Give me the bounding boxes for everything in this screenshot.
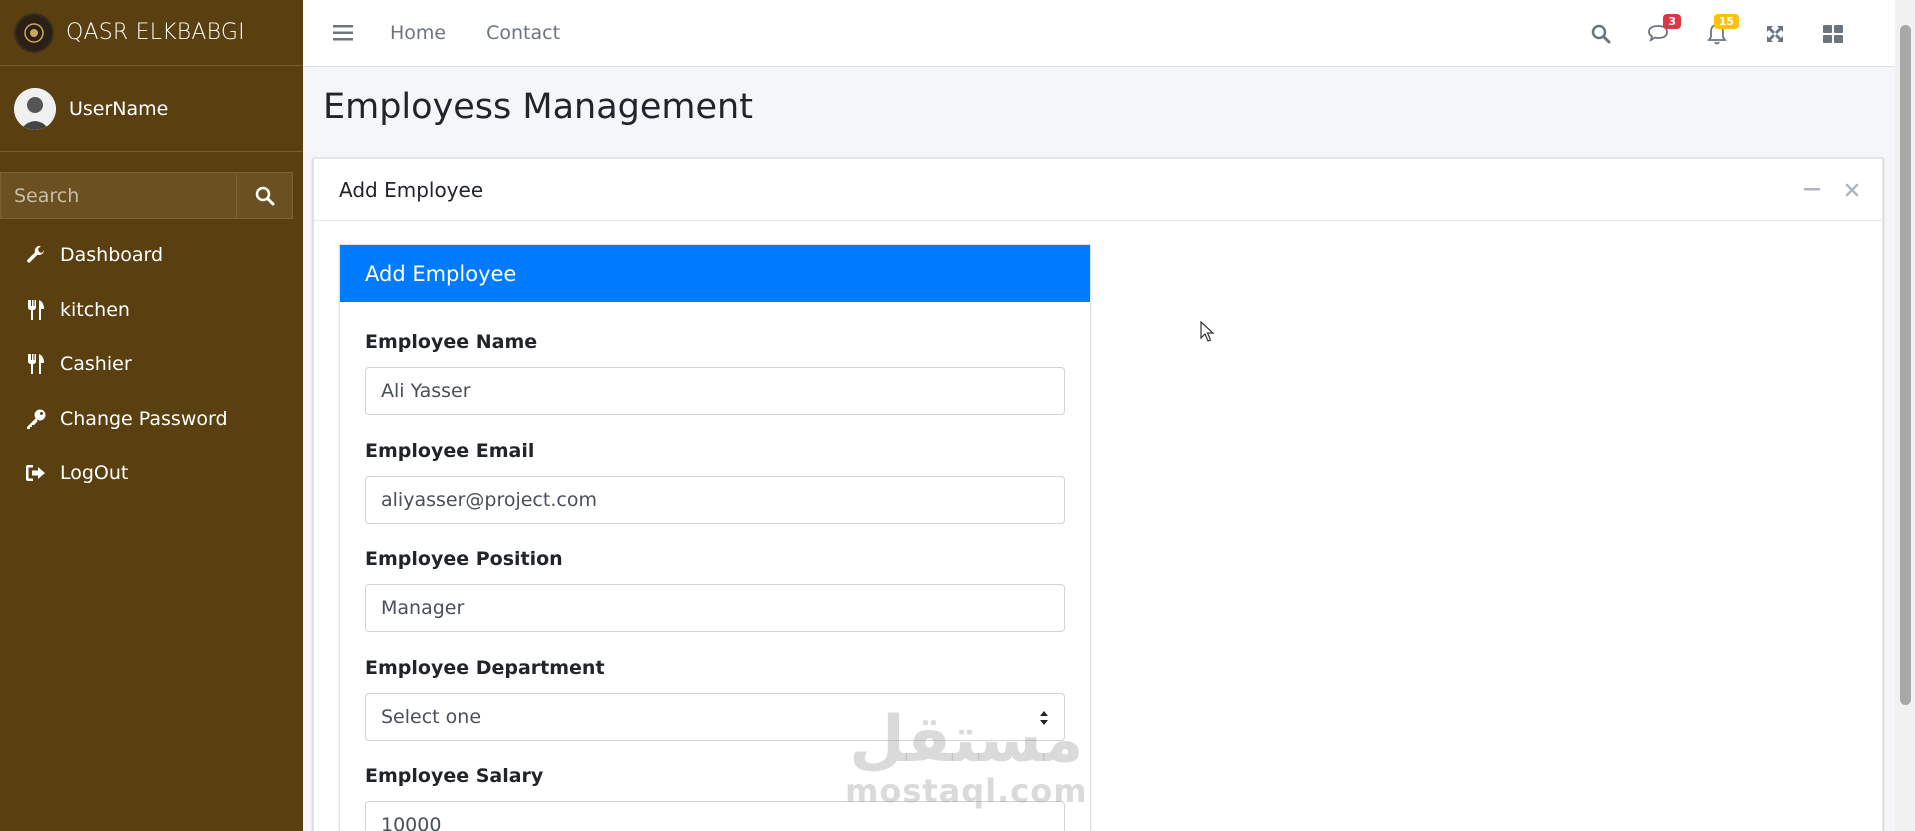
sidebar-item-logout[interactable]: LogOut bbox=[0, 446, 303, 501]
th-large-icon bbox=[1823, 24, 1843, 43]
form-group-name: Employee Name Ali Yasser bbox=[365, 302, 1065, 415]
brand-logo-icon bbox=[14, 12, 54, 53]
avatar bbox=[14, 87, 56, 130]
nav-link-contact[interactable]: Contact bbox=[486, 22, 560, 44]
brand-link[interactable]: QASR ELKBABGI bbox=[0, 0, 303, 66]
watermark-latin: mostaql.com bbox=[845, 772, 1088, 810]
fullscreen-button[interactable] bbox=[1763, 22, 1787, 46]
watermark: مستقل mostaql.com bbox=[845, 705, 1088, 807]
card-header: Add Employee bbox=[314, 159, 1882, 221]
navbar-search-button[interactable] bbox=[1589, 22, 1613, 46]
user-panel[interactable]: UserName bbox=[0, 66, 303, 152]
brand-name: QASR ELKBABGI bbox=[66, 20, 245, 45]
expand-icon bbox=[1767, 25, 1783, 42]
collapse-button[interactable] bbox=[1800, 178, 1824, 202]
page-title: Employess Management bbox=[323, 87, 753, 127]
sidebar-search-input[interactable] bbox=[0, 172, 236, 219]
form-group-email: Employee Email aliyasser@project.com bbox=[365, 411, 1065, 524]
control-sidebar-button[interactable] bbox=[1821, 22, 1845, 46]
employee-name-label: Employee Name bbox=[365, 331, 538, 353]
search-icon bbox=[1591, 24, 1611, 43]
sidebar-item-label: Dashboard bbox=[60, 244, 164, 267]
search-icon bbox=[255, 186, 274, 205]
sidebar-item-label: Change Password bbox=[60, 407, 228, 430]
employee-name-input[interactable]: Ali Yasser bbox=[365, 367, 1065, 415]
messages-badge: 3 bbox=[1663, 13, 1681, 29]
sidebar-nav: Dashboard kitchen Cashier Change Passwor… bbox=[0, 228, 303, 501]
key-icon bbox=[24, 407, 48, 431]
watermark-arabic: مستقل bbox=[849, 703, 1084, 777]
add-employee-card: Add Employee Add Employee Employee Name … bbox=[313, 158, 1883, 831]
sign-out-icon bbox=[24, 461, 48, 485]
sidebar-item-dashboard[interactable]: Dashboard bbox=[0, 228, 303, 283]
notifications-badge: 15 bbox=[1713, 13, 1739, 29]
bars-icon bbox=[333, 25, 353, 41]
sidebar-item-change-password[interactable]: Change Password bbox=[0, 392, 303, 447]
notifications-button[interactable]: 15 bbox=[1705, 13, 1739, 46]
employee-email-label: Employee Email bbox=[365, 439, 535, 462]
department-selected-value: Select one bbox=[381, 705, 482, 728]
form-header: Add Employee bbox=[340, 245, 1090, 302]
close-icon bbox=[1845, 183, 1859, 197]
scrollbar-thumb[interactable] bbox=[1900, 25, 1911, 705]
employee-department-label: Employee Department bbox=[365, 656, 605, 679]
sidebar-search-button[interactable] bbox=[236, 172, 293, 219]
form-group-position: Employee Position Manager bbox=[365, 519, 1065, 632]
sidebar-item-label: kitchen bbox=[60, 298, 130, 321]
employee-email-input[interactable]: aliyasser@project.com bbox=[365, 475, 1065, 524]
employee-position-label: Employee Position bbox=[365, 548, 563, 570]
user-name: UserName bbox=[69, 97, 169, 120]
content-wrapper: Employess Management Add Employee Add Em… bbox=[303, 67, 1895, 831]
remove-button[interactable] bbox=[1840, 178, 1864, 202]
page-scrollbar[interactable] bbox=[1895, 0, 1915, 831]
menu-toggle-button[interactable] bbox=[331, 21, 355, 45]
messages-button[interactable]: 3 bbox=[1647, 13, 1681, 46]
sidebar-item-label: Cashier bbox=[60, 353, 132, 376]
minus-icon bbox=[1804, 188, 1820, 191]
employee-position-input[interactable]: Manager bbox=[365, 584, 1065, 632]
utensils-icon bbox=[24, 352, 48, 376]
sidebar-item-label: LogOut bbox=[60, 462, 129, 485]
wrench-icon bbox=[24, 243, 48, 267]
sidebar: QASR ELKBABGI UserName Dashboard kitchen bbox=[0, 0, 303, 831]
employee-salary-label: Employee Salary bbox=[365, 765, 544, 787]
nav-link-home[interactable]: Home bbox=[390, 22, 446, 44]
top-navbar: Home Contact 3 15 bbox=[303, 0, 1895, 67]
sidebar-item-cashier[interactable]: Cashier bbox=[0, 337, 303, 392]
sidebar-item-kitchen[interactable]: kitchen bbox=[0, 283, 303, 338]
mouse-cursor-icon bbox=[1200, 321, 1215, 342]
navbar-right: 3 15 bbox=[1572, 0, 1862, 67]
card-title: Add Employee bbox=[339, 177, 484, 202]
utensils-icon bbox=[24, 298, 48, 322]
card-tools bbox=[1784, 159, 1864, 221]
sidebar-search bbox=[0, 172, 293, 219]
